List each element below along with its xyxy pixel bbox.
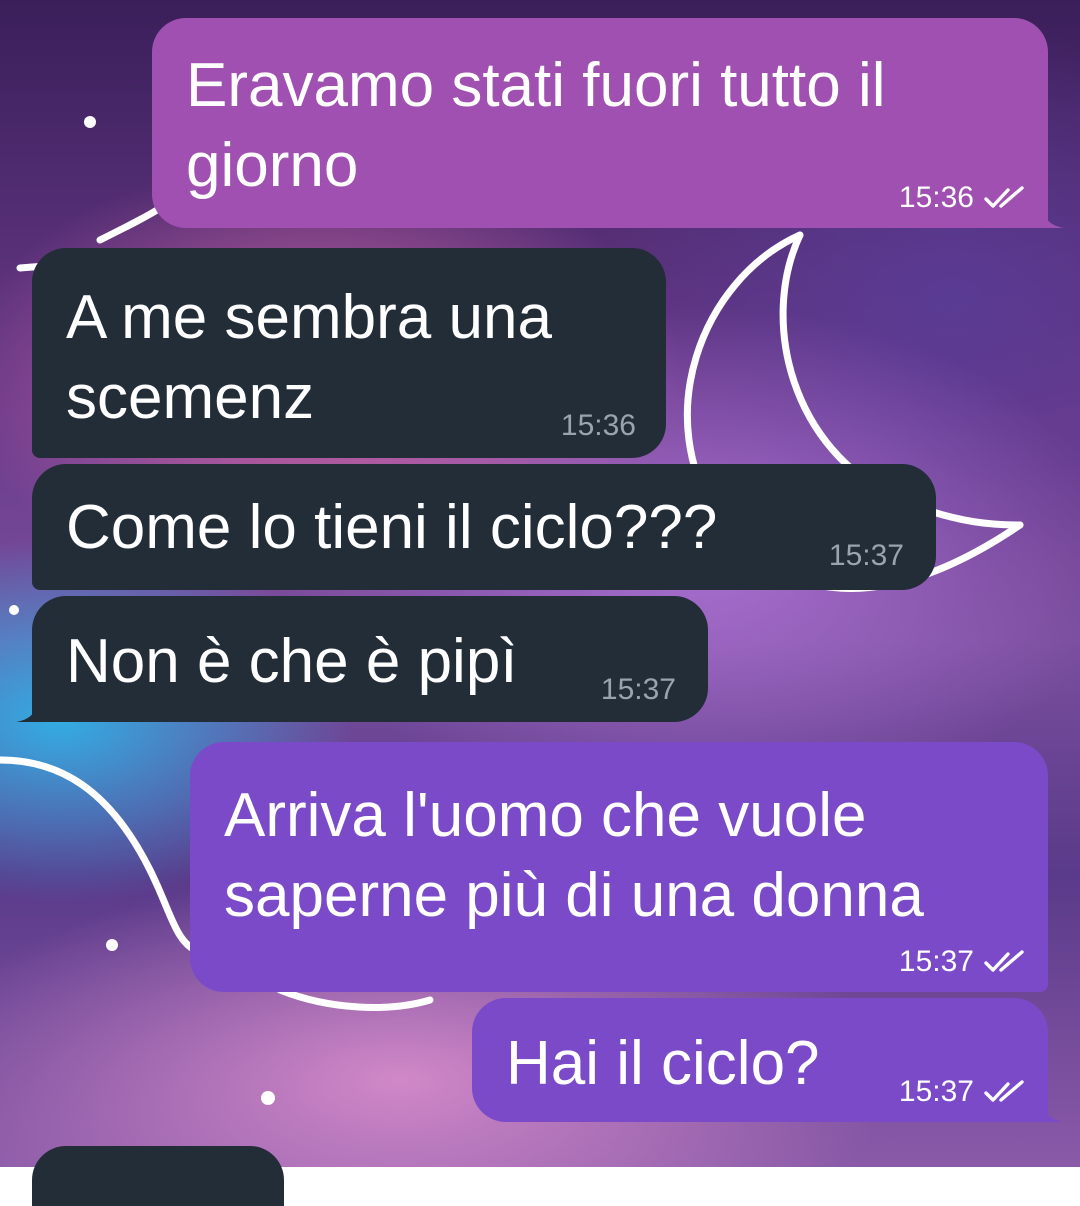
bubble-tail xyxy=(16,700,40,722)
message-text: Arriva l'uomo che vuole saperne più di u… xyxy=(224,781,924,930)
message-bubble-incoming[interactable]: Non è che è pipì 15:37 xyxy=(16,596,708,722)
message-bubble-incoming[interactable]: Come lo tieni il ciclo??? 15:37 xyxy=(32,464,936,590)
message-list[interactable]: Eravamo stati fuori tutto il giorno 15:3… xyxy=(0,0,1080,1206)
message-text: Eravamo stati fuori tutto il giorno xyxy=(186,51,886,200)
message-bubble-incoming-partial[interactable] xyxy=(32,1146,284,1206)
message-meta: 15:37 xyxy=(829,538,904,574)
message-text: A me sembra una scemenz xyxy=(66,283,552,432)
message-bubble-incoming[interactable]: A me sembra una scemenz 15:36 xyxy=(32,248,666,458)
message-text: Non è che è pipì xyxy=(66,627,518,696)
message-bubble-outgoing[interactable]: Eravamo stati fuori tutto il giorno 15:3… xyxy=(152,18,1064,228)
double-check-icon xyxy=(984,186,1024,208)
message-meta: 15:36 xyxy=(561,408,636,444)
message-time: 15:36 xyxy=(560,409,636,442)
message-meta: 15:36 xyxy=(899,180,1026,216)
double-check-icon xyxy=(984,950,1024,972)
message-meta: 15:37 xyxy=(899,944,1026,980)
message-time: 15:37 xyxy=(898,1075,974,1108)
message-time: 15:37 xyxy=(600,673,676,706)
message-bubble-outgoing[interactable]: Hai il ciclo? 15:37 xyxy=(472,998,1064,1122)
message-text: Come lo tieni il ciclo??? xyxy=(66,493,718,562)
bubble-tail xyxy=(1040,206,1064,228)
message-bubble-outgoing[interactable]: Arriva l'uomo che vuole saperne più di u… xyxy=(190,742,1048,992)
message-time: 15:37 xyxy=(828,539,904,572)
double-check-icon xyxy=(984,1080,1024,1102)
message-time: 15:36 xyxy=(898,181,974,214)
message-meta: 15:37 xyxy=(899,1074,1026,1110)
message-meta: 15:37 xyxy=(601,672,676,708)
bubble-tail xyxy=(1040,1100,1064,1122)
message-time: 15:37 xyxy=(898,945,974,978)
